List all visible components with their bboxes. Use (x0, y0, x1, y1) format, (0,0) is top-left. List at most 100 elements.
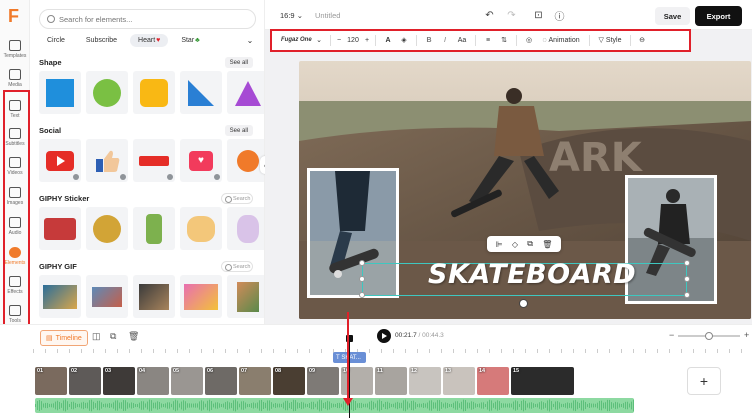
video-clip[interactable]: 15 (511, 367, 574, 395)
video-clip[interactable]: 07 (239, 367, 271, 395)
help-icon[interactable]: ⓘ (553, 9, 566, 23)
effects-icon[interactable]: ◎ (521, 33, 537, 47)
split-icon[interactable]: ◫ (92, 331, 101, 342)
chip-star[interactable]: Star ♣ (173, 34, 207, 47)
video-clip[interactable]: 09 (307, 367, 339, 395)
video-clip[interactable]: 06 (205, 367, 237, 395)
resize-handle[interactable] (684, 260, 690, 266)
zoom-out-icon[interactable]: − (669, 330, 674, 340)
sticker-tile[interactable] (180, 207, 222, 250)
gif-tile[interactable] (133, 275, 175, 318)
export-button[interactable]: Export (695, 6, 742, 26)
video-clip[interactable]: 01 (35, 367, 67, 395)
duplicate-icon[interactable]: ⧉ (527, 239, 533, 249)
giphy-sticker-search[interactable]: Search (221, 193, 253, 204)
shape-square-tile[interactable] (39, 71, 81, 114)
social-heart-notification-tile[interactable]: ♥ (180, 139, 222, 182)
screen-capture-icon[interactable]: ⊡ (532, 9, 545, 22)
zoom-in-icon[interactable]: + (744, 330, 749, 340)
project-title[interactable]: Untitled (315, 11, 340, 20)
rail-item-subtitles[interactable]: Subtitles (0, 126, 30, 152)
bold-icon[interactable]: B (421, 33, 437, 47)
resize-handle[interactable] (359, 276, 365, 282)
shape-triangle-tile[interactable] (180, 71, 222, 114)
gif-tile[interactable] (39, 275, 81, 318)
social-subscribe-tile[interactable] (133, 139, 175, 182)
chip-circle[interactable]: Circle (39, 34, 73, 47)
duplicate-icon[interactable]: ⧉ (110, 331, 116, 342)
delete-icon[interactable]: 🗑 (542, 240, 552, 249)
italic-icon[interactable]: I (437, 33, 453, 47)
align-icon[interactable]: ⊫ (496, 240, 503, 249)
social-thumbsup-tile[interactable] (86, 139, 128, 182)
text-case-icon[interactable]: Aa (453, 33, 471, 47)
aspect-ratio-select[interactable]: 16:9 ⌄ (280, 11, 303, 20)
video-clip[interactable]: 05 (171, 367, 203, 395)
zoom-knob[interactable] (705, 332, 713, 340)
zoom-slider[interactable]: − + (669, 330, 749, 340)
gif-tile[interactable] (227, 275, 264, 318)
gif-tile[interactable] (86, 275, 128, 318)
video-clip[interactable]: 03 (103, 367, 135, 395)
rail-item-text[interactable]: Text (0, 98, 30, 124)
see-all-shape-button[interactable]: See all (224, 57, 253, 68)
add-clip-button[interactable]: + (687, 367, 721, 395)
rail-item-templates[interactable]: Templates (0, 38, 30, 64)
font-family-select[interactable]: Fugaz One ⌄ (270, 33, 326, 47)
font-size-value[interactable]: 120 (343, 33, 363, 47)
line-spacing-icon[interactable]: ⇅ (496, 33, 512, 47)
rail-item-images[interactable]: Images (0, 185, 30, 211)
element-search[interactable] (39, 9, 256, 29)
rail-item-effects[interactable]: Effects (0, 274, 30, 300)
shape-rounded-tile[interactable] (133, 71, 175, 114)
social-youtube-tile[interactable] (39, 139, 81, 182)
text-color-icon[interactable]: A (380, 33, 396, 47)
font-size-decrease[interactable]: − (335, 33, 343, 47)
time-ruler[interactable] (33, 349, 742, 359)
chip-subscribe[interactable]: Subscribe (78, 34, 125, 47)
more-options-icon[interactable]: ⊖ (635, 33, 649, 47)
headline-text[interactable]: SKATEBOARD (428, 259, 636, 290)
video-clip[interactable]: 12 (409, 367, 441, 395)
play-button[interactable] (377, 329, 391, 343)
video-clip[interactable]: 10 (341, 367, 373, 395)
sticker-tile[interactable] (39, 207, 81, 250)
layers-icon[interactable]: ◇ (512, 240, 518, 249)
rail-item-elements[interactable]: Elements (0, 245, 30, 271)
sticker-tile[interactable] (86, 207, 128, 250)
video-clip[interactable]: 08 (273, 367, 305, 395)
resize-handle[interactable] (359, 260, 365, 266)
video-clip[interactable]: 02 (69, 367, 101, 395)
resize-handle[interactable] (684, 276, 690, 282)
sticker-tile[interactable] (227, 207, 264, 250)
save-button[interactable]: Save (655, 7, 690, 25)
video-clip[interactable]: 14 (477, 367, 509, 395)
delete-icon[interactable]: 🗑 (128, 331, 139, 342)
video-clip[interactable]: 11 (375, 367, 407, 395)
see-all-social-button[interactable]: See all (224, 125, 253, 136)
sticker-tile[interactable] (133, 207, 175, 250)
chip-heart[interactable]: Heart ♥ (130, 33, 169, 47)
style-button[interactable]: ▽ Style (594, 33, 626, 47)
font-size-increase[interactable]: + (363, 33, 371, 47)
gif-tile[interactable] (180, 275, 222, 318)
animation-button[interactable]: ◌ Animation (537, 33, 585, 47)
redo-icon[interactable]: ↷ (505, 9, 518, 22)
shape-triangle-purple-tile[interactable] (227, 71, 264, 114)
resize-handle[interactable] (684, 292, 690, 298)
giphy-gif-search[interactable]: Search (221, 261, 253, 272)
shape-circle-tile[interactable] (86, 71, 128, 114)
search-input[interactable] (59, 13, 249, 26)
rail-item-audio[interactable]: Audio (0, 215, 30, 241)
align-icon[interactable]: ≡ (480, 33, 496, 47)
highlight-color-icon[interactable]: ◈ (396, 33, 412, 47)
video-clip[interactable]: 13 (443, 367, 475, 395)
undo-icon[interactable]: ↶ (483, 9, 496, 22)
rail-item-media[interactable]: Media (0, 67, 30, 93)
rail-item-videos[interactable]: Videos (0, 155, 30, 181)
rotate-handle-icon[interactable] (519, 299, 528, 308)
video-clip[interactable]: 04 (137, 367, 169, 395)
timeline-toggle-button[interactable]: ▤ Timeline (40, 330, 88, 346)
chevron-down-icon[interactable]: ⌄ (244, 34, 256, 46)
resize-handle[interactable] (359, 292, 365, 298)
